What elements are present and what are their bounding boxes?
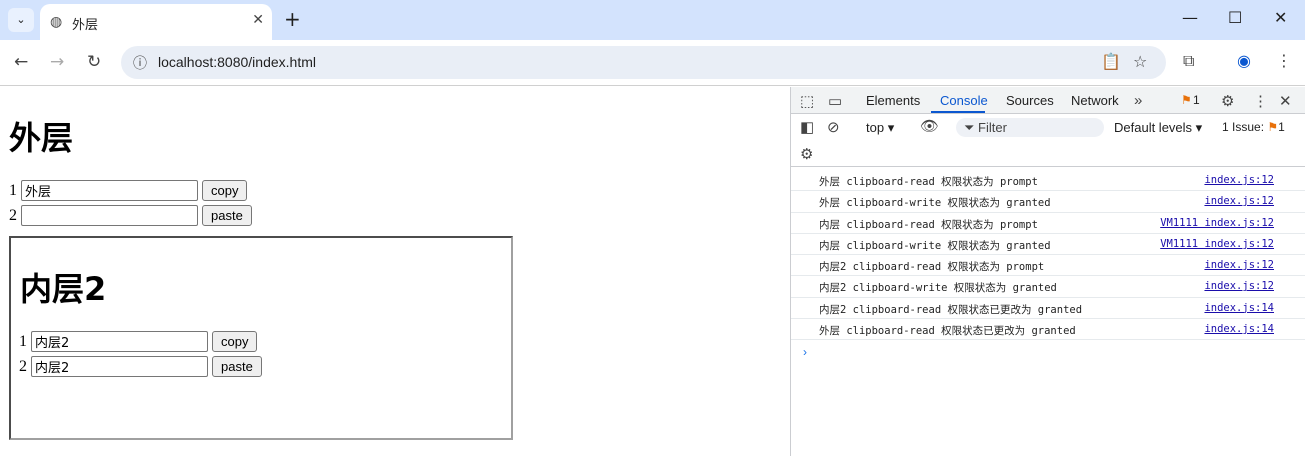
console-message: 内层2 clipboard-read 权限状态为 prompt index.js:… <box>791 255 1305 277</box>
inner-iframe: 内层2 1 copy 2 paste <box>9 236 513 440</box>
issues-badge-icon[interactable]: ⚑ <box>1181 93 1192 107</box>
iframe-text-input-1[interactable] <box>31 331 208 352</box>
source-link[interactable]: index.js:12 <box>1204 259 1274 271</box>
bookmark-star-icon[interactable]: ☆ <box>1133 52 1147 71</box>
input-row-1: 1 copy <box>9 180 248 201</box>
browser-toolbar: ← → ↻ ⓘ localhost:8080/index.html 📋 ☆ ⧉ … <box>0 40 1305 86</box>
inspect-element-icon[interactable]: ⬚ <box>800 92 814 110</box>
more-options-icon[interactable]: ⋮ <box>1253 92 1268 110</box>
tab-title: 外层 <box>72 18 99 33</box>
message-text: 外层 clipboard-write 权限状态为 granted <box>819 197 1051 210</box>
log-levels-dropdown[interactable]: Default levels ▾ <box>1114 120 1202 136</box>
tab-sources[interactable]: Sources <box>1006 93 1054 108</box>
sidebar-toggle-icon[interactable]: ◧ <box>800 118 814 136</box>
console-message: 内层 clipboard-write 权限状态为 granted VM1111 i… <box>791 234 1305 256</box>
url-text[interactable]: localhost:8080/index.html <box>158 54 316 70</box>
new-tab-button[interactable]: + <box>284 8 301 30</box>
context-selector[interactable]: top ▾ <box>866 120 894 136</box>
filter-input[interactable]: ⏷ Filter <box>956 118 1104 137</box>
console-message: 内层2 clipboard-write 权限状态为 granted index.j… <box>791 276 1305 298</box>
live-expression-eye-icon[interactable]: 👁 <box>920 117 939 135</box>
source-link[interactable]: index.js:14 <box>1204 323 1274 335</box>
devtools-tabbar: ⬚ ▭ Elements Console Sources Network » ⚑… <box>791 87 1305 114</box>
console-prompt-icon[interactable]: › <box>803 345 807 359</box>
iframe-input-row-1: 1 copy <box>19 331 258 352</box>
tab-network[interactable]: Network <box>1071 93 1119 108</box>
page-viewport: 外层 1 copy 2 paste 内层2 1 copy 2 paste <box>0 87 790 456</box>
row-number: 2 <box>19 357 27 375</box>
issues-label: 1 Issue: <box>1222 120 1265 134</box>
message-text: 内层2 clipboard-read 权限状态为 prompt <box>819 261 1045 274</box>
filter-icon: ⏷ <box>964 120 975 135</box>
globe-icon: ◍ <box>50 14 63 30</box>
back-icon[interactable]: ← <box>14 52 28 72</box>
input-row-2: 2 paste <box>9 205 252 226</box>
message-text: 内层2 clipboard-read 权限状态已更改为 granted <box>819 303 1083 316</box>
filter-placeholder: Filter <box>978 120 1007 135</box>
extensions-icon[interactable]: ⧉ <box>1183 51 1194 71</box>
console-log-list: 外层 clipboard-read 权限状态为 prompt index.js:1… <box>791 170 1305 341</box>
log-levels-label: Default levels <box>1114 120 1193 135</box>
console-message: 内层2 clipboard-read 权限状态已更改为 granted index… <box>791 298 1305 320</box>
site-info-icon[interactable]: ⓘ <box>133 53 147 73</box>
issues-badge-count[interactable]: 1 <box>1193 93 1200 107</box>
more-tabs-icon[interactable]: » <box>1134 92 1142 109</box>
console-settings-icon[interactable]: ⚙ <box>800 145 813 163</box>
source-link[interactable]: index.js:12 <box>1204 174 1274 186</box>
message-text: 外层 clipboard-read 权限状态为 prompt <box>819 176 1038 188</box>
iframe-paste-button[interactable]: paste <box>212 356 262 377</box>
context-label: top <box>866 120 885 135</box>
issue-flag-icon: ⚑ <box>1267 120 1279 134</box>
minimize-button[interactable]: — <box>1182 8 1198 27</box>
maximize-button[interactable]: ☐ <box>1228 8 1242 27</box>
source-link[interactable]: VM1111 index.js:12 <box>1160 217 1274 229</box>
row-number: 2 <box>9 206 17 224</box>
device-toolbar-icon[interactable]: ▭ <box>828 92 842 110</box>
page-heading: 外层 <box>9 119 74 157</box>
console-message: 外层 clipboard-read 权限状态为 prompt index.js:1… <box>791 170 1305 192</box>
profile-icon[interactable]: ◉ <box>1237 51 1251 70</box>
reload-icon[interactable]: ↻ <box>87 52 101 72</box>
console-message: 外层 clipboard-write 权限状态为 granted index.js… <box>791 191 1305 213</box>
console-message: 内层 clipboard-read 权限状态为 prompt VM1111 ind… <box>791 213 1305 234</box>
message-text: 外层 clipboard-read 权限状态已更改为 granted <box>819 325 1076 338</box>
text-input-2[interactable] <box>21 205 198 226</box>
iframe-heading: 内层2 <box>20 270 107 308</box>
message-text: 内层 clipboard-read 权限状态为 prompt <box>819 218 1038 231</box>
row-number: 1 <box>19 332 27 350</box>
close-tab-icon[interactable]: ✕ <box>252 12 264 28</box>
iframe-copy-button[interactable]: copy <box>212 331 258 352</box>
close-devtools-icon[interactable]: ✕ <box>1279 92 1292 110</box>
iframe-text-input-2[interactable] <box>31 356 208 377</box>
message-text: 内层2 clipboard-write 权限状态为 granted <box>819 282 1057 295</box>
menu-icon[interactable]: ⋮ <box>1276 51 1292 70</box>
row-number: 1 <box>9 181 17 199</box>
text-input-1[interactable] <box>21 180 198 201</box>
issues-counter[interactable]: 1 Issue: ⚑1 <box>1222 120 1285 134</box>
source-link[interactable]: VM1111 index.js:12 <box>1160 238 1274 250</box>
close-window-button[interactable]: ✕ <box>1274 8 1287 27</box>
source-link[interactable]: index.js:12 <box>1204 280 1274 292</box>
console-message: 外层 clipboard-read 权限状态已更改为 granted index.… <box>791 319 1305 341</box>
tab-elements[interactable]: Elements <box>866 93 920 108</box>
tab-console[interactable]: Console <box>940 93 988 108</box>
issue-number: 1 <box>1278 120 1285 134</box>
devtools-panel: ⬚ ▭ Elements Console Sources Network » ⚑… <box>790 87 1305 456</box>
source-link[interactable]: index.js:12 <box>1204 195 1274 207</box>
title-bar: ⌄ ◍ 外层 ✕ + — ☐ ✕ <box>0 0 1305 40</box>
address-bar[interactable]: ⓘ localhost:8080/index.html 📋 ☆ <box>121 46 1166 79</box>
message-text: 内层 clipboard-write 权限状态为 granted <box>819 239 1051 252</box>
clear-console-icon[interactable]: ⊘ <box>827 118 840 136</box>
active-tab-indicator <box>931 111 985 113</box>
copy-button[interactable]: copy <box>202 180 248 201</box>
paste-button[interactable]: paste <box>202 205 252 226</box>
settings-gear-icon[interactable]: ⚙ <box>1221 92 1234 110</box>
source-link[interactable]: index.js:14 <box>1204 302 1274 314</box>
browser-tab[interactable]: ◍ 外层 ✕ <box>40 4 272 40</box>
console-toolbar: ◧ ⊘ top ▾ 👁 ⏷ Filter Default levels ▾ 1 … <box>791 115 1305 167</box>
clipboard-icon[interactable]: 📋 <box>1101 52 1121 71</box>
forward-icon[interactable]: → <box>50 52 64 72</box>
tab-search-button[interactable]: ⌄ <box>8 8 34 32</box>
iframe-input-row-2: 2 paste <box>19 356 262 377</box>
